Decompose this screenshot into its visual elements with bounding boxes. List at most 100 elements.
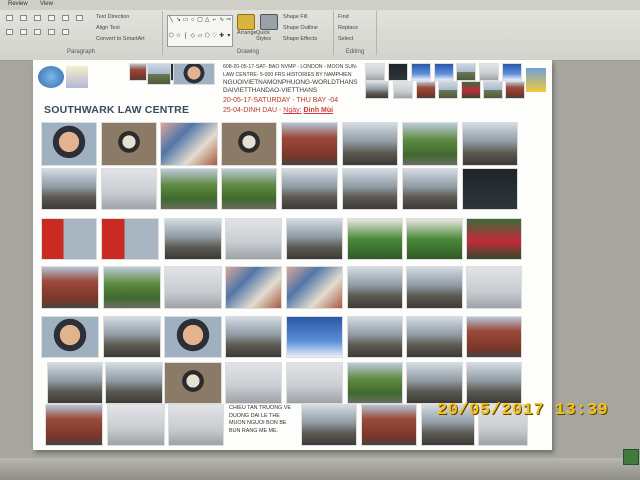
photo-thumbnail[interactable] <box>365 63 385 81</box>
photo-thumbnail[interactable] <box>41 168 97 210</box>
photo-thumbnail[interactable] <box>347 218 403 260</box>
photo-thumbnail[interactable] <box>462 168 518 210</box>
rounded-rect-shape-icon[interactable]: ▢ <box>197 16 203 31</box>
arrow-shape-icon[interactable]: ↘ <box>175 16 181 31</box>
photo-thumbnail[interactable] <box>281 168 338 210</box>
arrange-button[interactable]: Arrange <box>237 30 257 36</box>
photo-thumbnail[interactable] <box>281 122 338 166</box>
justify-icon[interactable] <box>48 29 55 35</box>
photo-thumbnail[interactable] <box>105 362 163 404</box>
align-text-button[interactable]: Align Text <box>96 25 120 31</box>
photo-thumbnail[interactable] <box>221 122 277 166</box>
distribute-icon[interactable] <box>62 29 69 35</box>
oval-shape-icon[interactable]: ○ <box>190 16 196 31</box>
photo-thumbnail[interactable] <box>160 168 218 210</box>
align-center-icon[interactable] <box>20 29 27 35</box>
photo-thumbnail[interactable] <box>45 404 103 446</box>
columns-icon[interactable] <box>76 15 83 21</box>
increase-indent-icon[interactable] <box>48 15 55 21</box>
photo-thumbnail[interactable] <box>406 266 463 309</box>
photo-thumbnail[interactable] <box>402 122 458 166</box>
photo-thumbnail[interactable] <box>147 63 171 85</box>
photo-thumbnail[interactable] <box>347 266 403 309</box>
photo-thumbnail[interactable] <box>466 266 522 309</box>
diamond-shape-icon[interactable]: ◇ <box>190 32 196 47</box>
cross-shape-icon[interactable]: ✚ <box>219 32 225 47</box>
photo-thumbnail[interactable] <box>160 122 218 166</box>
photo-thumbnail[interactable] <box>286 362 343 404</box>
photo-thumbnail[interactable] <box>466 218 522 260</box>
photo-thumbnail[interactable] <box>164 266 222 309</box>
photo-thumbnail[interactable] <box>286 266 343 309</box>
photo-thumbnail[interactable] <box>41 218 97 260</box>
photo-thumbnail[interactable] <box>164 218 222 260</box>
photo-thumbnail[interactable] <box>502 63 522 81</box>
shape-effects-button[interactable]: Shape Effects <box>283 36 317 42</box>
elbow-shape-icon[interactable]: ⌐ <box>211 16 217 31</box>
photo-thumbnail[interactable] <box>173 63 215 85</box>
photo-thumbnail[interactable] <box>456 63 476 81</box>
line-spacing-icon[interactable] <box>62 15 69 21</box>
select-button[interactable]: Select <box>338 36 353 42</box>
photo-thumbnail[interactable] <box>41 266 99 309</box>
photo-thumbnail[interactable] <box>286 218 343 260</box>
arrange-icon[interactable] <box>237 14 255 30</box>
photo-thumbnail[interactable] <box>347 316 403 358</box>
photo-thumbnail[interactable] <box>101 218 159 260</box>
pentagon-shape-icon[interactable]: ⬠ <box>204 32 210 47</box>
photo-thumbnail[interactable] <box>129 63 147 81</box>
photo-thumbnail[interactable] <box>41 122 97 166</box>
align-left-icon[interactable] <box>6 29 13 35</box>
photo-thumbnail[interactable] <box>164 316 222 358</box>
document-page[interactable]: 608-20-05-17-SAT- BAO NVMP - LONDON - MO… <box>33 60 552 450</box>
photo-thumbnail[interactable] <box>479 63 499 81</box>
photo-thumbnail[interactable] <box>402 168 458 210</box>
heart-shape-icon[interactable]: ♡ <box>211 32 217 47</box>
find-button[interactable]: Find <box>338 14 349 20</box>
photo-thumbnail[interactable] <box>365 81 389 99</box>
bullets-icon[interactable] <box>6 15 13 21</box>
photo-thumbnail[interactable] <box>406 218 463 260</box>
photo-thumbnail[interactable] <box>406 362 463 404</box>
photo-thumbnail[interactable] <box>103 266 161 309</box>
line-shape-icon[interactable]: ╲ <box>168 16 174 31</box>
photo-thumbnail[interactable] <box>342 168 398 210</box>
photo-thumbnail[interactable] <box>466 316 522 358</box>
replace-button[interactable]: Replace <box>338 25 358 31</box>
photo-thumbnail[interactable] <box>466 362 522 404</box>
shape-fill-button[interactable]: Shape Fill <box>283 14 307 20</box>
photo-thumbnail[interactable] <box>101 122 157 166</box>
quick-styles-button[interactable]: Quick Styles <box>256 30 278 42</box>
text-direction-button[interactable]: Text Direction <box>96 14 129 20</box>
photo-thumbnail[interactable] <box>438 81 458 99</box>
decrease-indent-icon[interactable] <box>34 15 41 21</box>
photo-thumbnail[interactable] <box>434 63 454 81</box>
photo-thumbnail[interactable] <box>388 63 408 81</box>
photo-thumbnail[interactable] <box>301 404 357 446</box>
menu-view[interactable]: View <box>40 1 53 7</box>
numbering-icon[interactable] <box>20 15 27 21</box>
photo-thumbnail[interactable] <box>286 316 343 358</box>
photo-thumbnail[interactable] <box>416 81 436 99</box>
photo-thumbnail[interactable] <box>505 81 525 99</box>
photo-thumbnail[interactable] <box>225 266 282 309</box>
photo-thumbnail[interactable] <box>393 81 413 99</box>
photo-thumbnail[interactable] <box>168 404 224 446</box>
curve-shape-icon[interactable]: ∿ <box>219 16 225 31</box>
shapes-gallery[interactable]: ╲ ↘ ▭ ○ ▢ △ ⌐ ∿ ⇨ ⬡ ☆ { ◇ ▱ ⬠ ♡ ✚ ▾ <box>167 15 233 47</box>
menu-review[interactable]: Review <box>8 1 28 7</box>
photo-thumbnail[interactable] <box>47 362 103 404</box>
photo-thumbnail[interactable] <box>107 404 165 446</box>
photo-thumbnail[interactable] <box>103 316 161 358</box>
photo-thumbnail[interactable] <box>462 122 518 166</box>
parallelogram-shape-icon[interactable]: ▱ <box>197 32 203 47</box>
photo-thumbnail[interactable] <box>411 63 431 81</box>
brace-shape-icon[interactable]: { <box>182 32 188 47</box>
hexagon-shape-icon[interactable]: ⬡ <box>168 32 174 47</box>
photo-thumbnail[interactable] <box>483 81 503 99</box>
block-arrow-shape-icon[interactable]: ⇨ <box>226 16 232 31</box>
photo-thumbnail[interactable] <box>361 404 417 446</box>
photo-thumbnail[interactable] <box>221 168 277 210</box>
convert-smartart-button[interactable]: Convert to SmartArt <box>96 36 145 42</box>
photo-thumbnail[interactable] <box>461 81 481 99</box>
